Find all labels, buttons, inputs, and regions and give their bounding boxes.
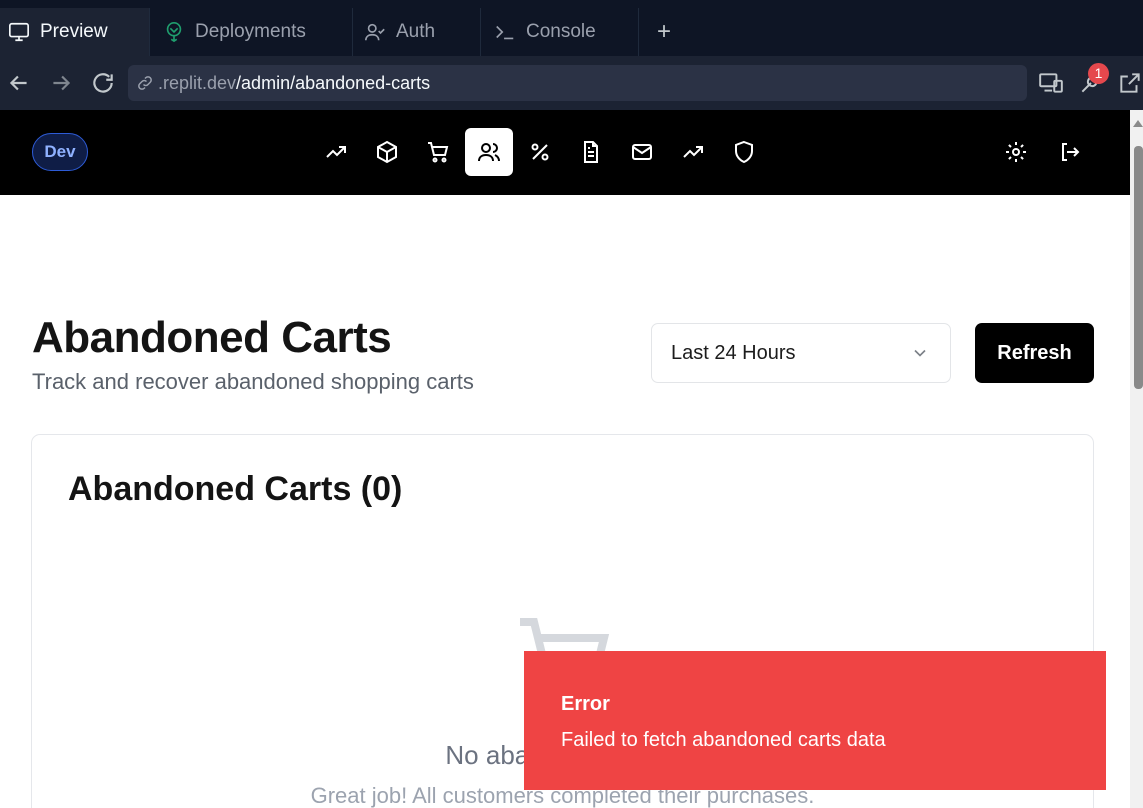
percent-icon (531, 143, 549, 161)
nav-orders[interactable] (414, 128, 462, 176)
logout-button[interactable] (1046, 128, 1094, 176)
nav-customers[interactable] (465, 128, 513, 176)
shield-icon (735, 140, 753, 164)
url-path: /admin/abandoned-carts (236, 72, 431, 93)
nav-email[interactable] (618, 128, 666, 176)
devices-icon[interactable] (1038, 70, 1064, 96)
tab-label: Preview (40, 21, 108, 42)
terminal-icon (496, 25, 514, 40)
error-toast[interactable]: Error Failed to fetch abandoned carts da… (524, 651, 1106, 790)
gear-icon (1006, 142, 1026, 162)
nav-content[interactable] (567, 128, 615, 176)
nav-security[interactable] (720, 128, 768, 176)
app-header: Dev (0, 110, 1130, 195)
tab-auth[interactable]: Auth (354, 8, 481, 56)
mail-icon (632, 144, 652, 160)
toast-message: Failed to fetch abandoned carts data (561, 729, 886, 751)
time-range-value: Last 24 Hours (671, 341, 796, 364)
time-range-select[interactable]: Last 24 Hours (651, 323, 951, 383)
scrollbar-thumb[interactable] (1134, 146, 1143, 389)
scroll-up-arrow[interactable] (1133, 120, 1143, 127)
users-icon (478, 143, 500, 162)
back-icon[interactable] (6, 70, 32, 96)
address-field[interactable]: .replit.dev/admin/abandoned-carts (128, 65, 1027, 101)
url-bar: .replit.dev/admin/abandoned-carts (0, 56, 1143, 110)
url-domain: .replit.dev (158, 72, 237, 93)
forward-icon[interactable] (48, 70, 74, 96)
card-title: Abandoned Carts (0) (68, 470, 403, 508)
nav-products[interactable] (363, 128, 411, 176)
replit-tab-bar: Preview Deployments Auth Console + (0, 0, 1143, 56)
package-icon (377, 140, 397, 164)
env-badge: Dev (32, 133, 88, 171)
monitor-icon (9, 22, 29, 42)
page-subtitle: Track and recover abandoned shopping car… (32, 369, 474, 394)
notification-badge: 1 (1088, 63, 1109, 84)
external-link-icon[interactable] (1117, 70, 1143, 96)
file-text-icon (584, 141, 598, 163)
tab-label: Auth (396, 21, 436, 42)
tab-preview[interactable]: Preview (0, 8, 150, 56)
trending-up-icon (326, 146, 346, 158)
nav-discounts[interactable] (516, 128, 564, 176)
cart-icon (428, 142, 449, 163)
settings-button[interactable] (992, 128, 1040, 176)
page-title: Abandoned Carts (32, 313, 392, 362)
chevron-down-icon (914, 349, 926, 357)
tab-label: Deployments (195, 21, 306, 42)
add-tab-button[interactable]: + (650, 18, 678, 46)
deploy-icon (166, 22, 182, 43)
tab-deployments[interactable]: Deployments (151, 8, 353, 56)
toast-title: Error (561, 693, 610, 715)
logout-icon (1062, 143, 1080, 161)
tab-label: Console (526, 21, 596, 42)
link-icon (138, 76, 152, 90)
nav-reports[interactable] (669, 128, 717, 176)
nav-analytics[interactable] (312, 128, 360, 176)
reload-icon[interactable] (90, 70, 116, 96)
refresh-button[interactable]: Refresh (975, 323, 1094, 383)
trending-up-icon (683, 146, 703, 158)
user-check-icon (365, 23, 385, 41)
tab-console[interactable]: Console (482, 8, 639, 56)
